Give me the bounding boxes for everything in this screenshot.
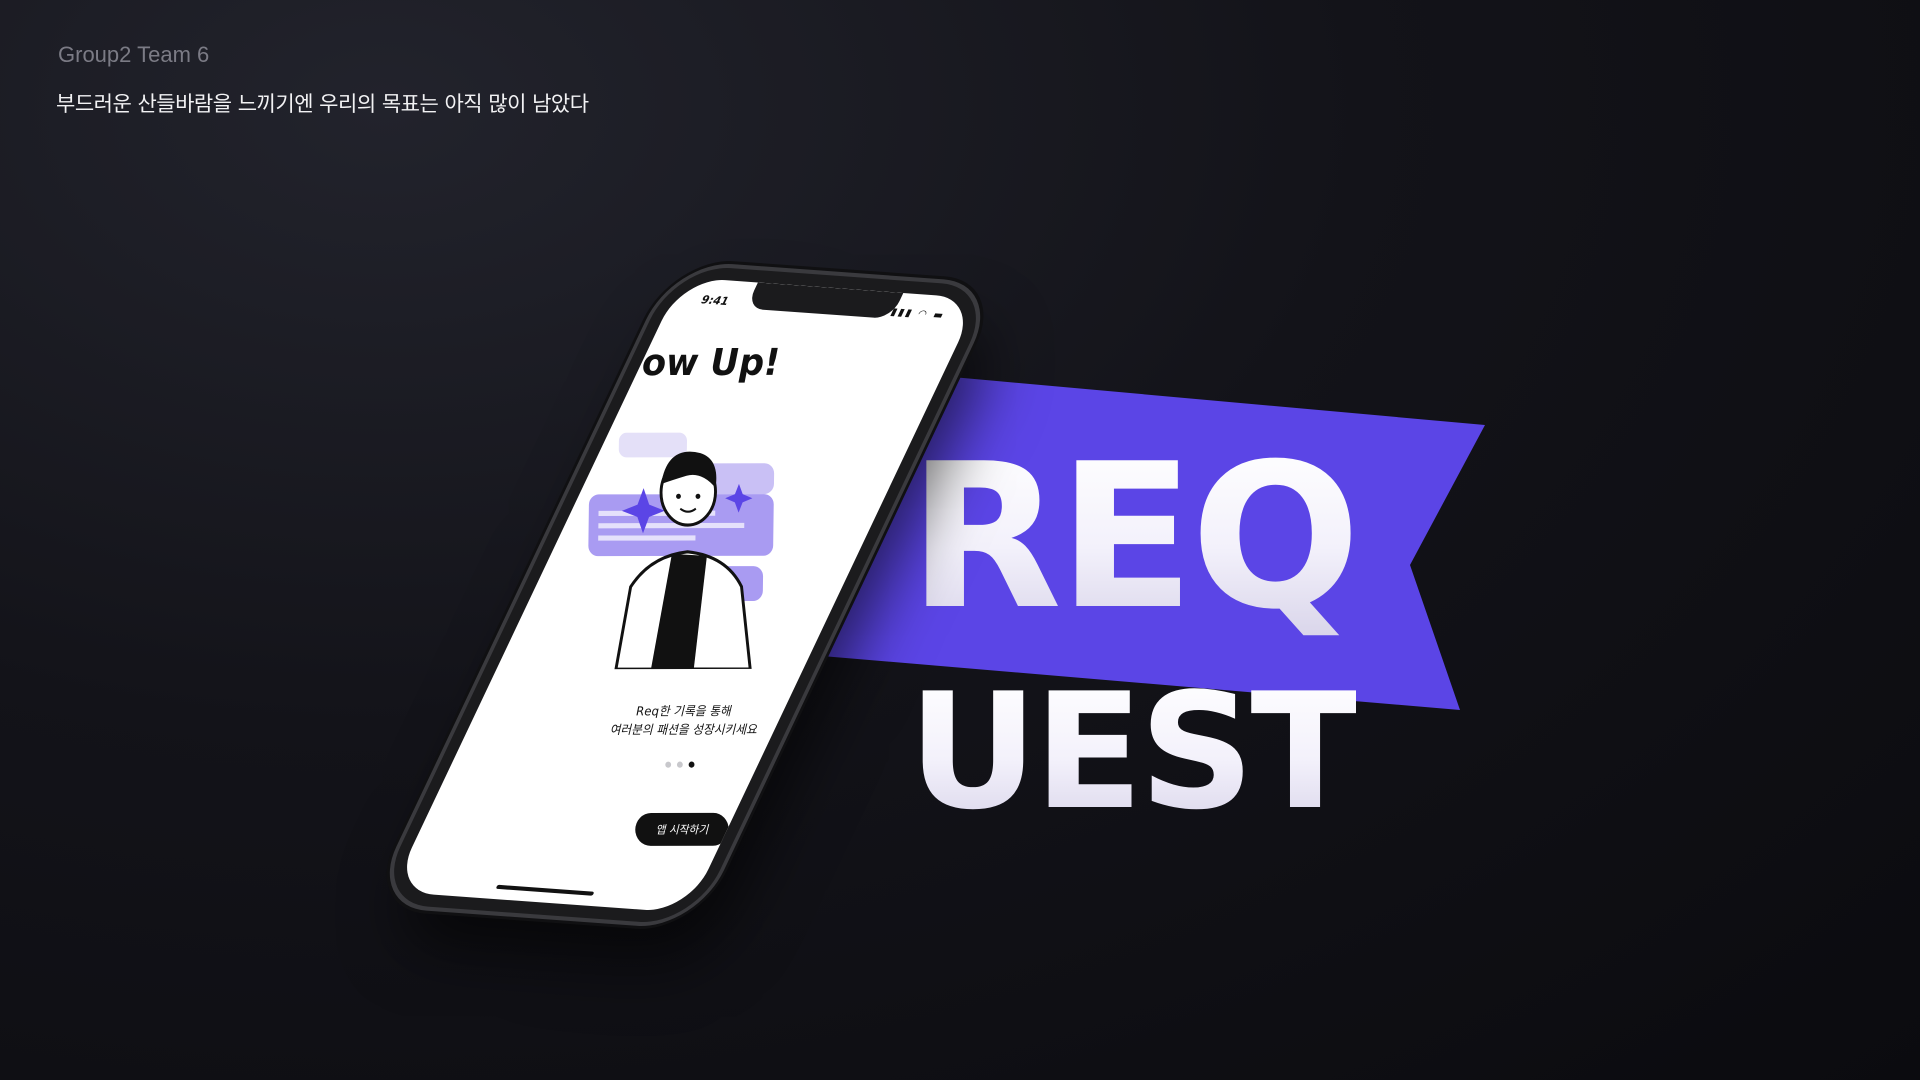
page-indicator: [665, 761, 695, 768]
wifi-icon: ◠: [915, 308, 931, 321]
battery-icon: ▬: [930, 309, 948, 322]
description-line-1: Req한 기록을 통해: [636, 703, 731, 719]
page-dot-active[interactable]: [688, 761, 695, 768]
signal-icon: ▮▮▮: [888, 306, 916, 320]
onboarding-content: Grow Up! Req한 기록을 통해 여러분의 패션을 성장시키세요 앱 시…: [532, 278, 838, 912]
tagline: 부드러운 산들바람을 느끼기엔 우리의 목표는 아직 많이 남았다: [56, 92, 589, 116]
page-dot[interactable]: [665, 761, 672, 768]
onboarding-description: Req한 기록을 통해 여러분의 패션을 성장시키세요: [534, 702, 832, 740]
start-app-button[interactable]: 앱 시작하기: [635, 812, 729, 846]
page-dot[interactable]: [676, 761, 683, 768]
phone-mockup: 9:41 ▮▮▮ ◠ ▬ Grow Up! Req한 기록을 통해 여러분의 패…: [370, 245, 997, 945]
onboarding-title: Grow Up!: [595, 341, 781, 385]
phone-screen: 9:41 ▮▮▮ ◠ ▬ Grow Up! Req한 기록을 통해 여러분의 패…: [391, 277, 979, 913]
phone-frame: 9:41 ▮▮▮ ◠ ▬ Grow Up! Req한 기록을 통해 여러분의 패…: [373, 264, 997, 926]
status-icons: ▮▮▮ ◠ ▬: [889, 307, 948, 322]
team-label: Group2 Team 6: [58, 42, 210, 67]
description-line-2: 여러분의 패션을 성장시키세요: [609, 722, 757, 738]
person-illustration: [588, 432, 775, 670]
